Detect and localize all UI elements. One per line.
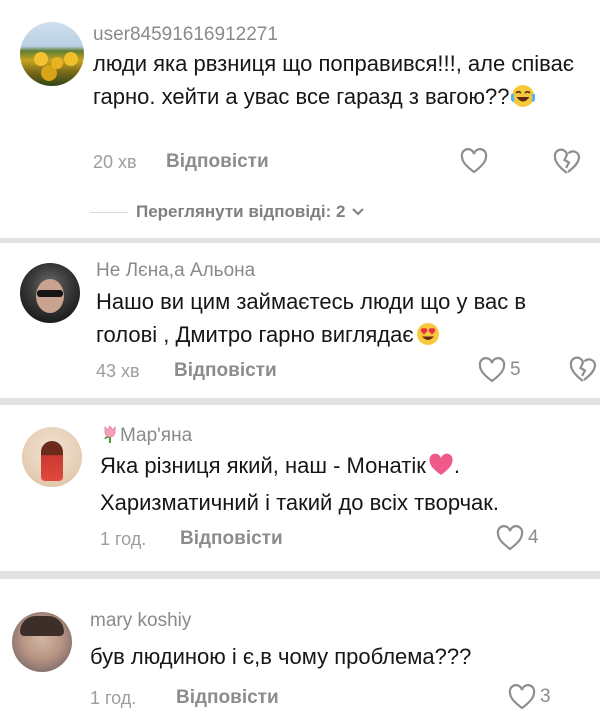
comment-text: був людиною і є,в чому проблема??? [90, 644, 472, 669]
dislike-button[interactable] [568, 355, 598, 390]
comment-username[interactable]: user84591616912271 [93, 24, 278, 46]
heart-outline-icon [460, 148, 488, 174]
comment-username[interactable]: mary koshiy [90, 610, 191, 632]
heart-outline-icon [508, 684, 536, 710]
like-count: 3 [540, 686, 551, 707]
dislike-button[interactable] [552, 147, 582, 182]
comment-timestamp: 1 год. [100, 529, 147, 549]
view-replies-label: Переглянути відповіді: 2 [136, 202, 346, 221]
comment-username[interactable]: Мар'яна [100, 424, 192, 447]
comment-text-content: Яка різниця який, наш - Монатік [100, 453, 426, 478]
sunglasses [37, 290, 63, 297]
like-count: 5 [510, 359, 521, 380]
pink-heart-icon [428, 453, 454, 486]
comment-text: люди яка рвзниця що поправився!!!, але с… [93, 47, 583, 117]
like-button[interactable] [460, 148, 488, 174]
chevron-down-icon [352, 208, 365, 216]
like-button[interactable]: 5 [478, 357, 521, 383]
heart-outline-icon [478, 357, 506, 383]
view-replies-button[interactable]: Переглянути відповіді: 2 [136, 202, 365, 222]
replies-divider [90, 212, 128, 213]
heart-eyes-emoji-icon [416, 322, 440, 355]
broken-heart-icon [569, 356, 597, 382]
comment-timestamp: 1 год. [90, 688, 137, 708]
comment-text: Нашо ви цим займаєтесь люди що у вас в г… [96, 285, 576, 355]
comment-text-content: Нашо ви цим займаєтесь люди що у вас в г… [96, 289, 527, 347]
reply-button[interactable]: Відповісти [174, 360, 277, 382]
comment-text-content: люди яка рвзниця що поправився!!!, але с… [93, 51, 575, 109]
reply-button[interactable]: Відповісти [180, 528, 283, 550]
reply-button[interactable]: Відповісти [166, 151, 269, 173]
avatar-hair [20, 616, 64, 636]
like-button[interactable]: 4 [496, 525, 539, 551]
reply-button[interactable]: Відповісти [176, 687, 279, 709]
comment-card: Не Лєна,а Альона Нашо ви цим займаєтесь … [0, 243, 600, 398]
broken-heart-icon [553, 148, 581, 174]
avatar-figure [41, 441, 63, 481]
tulip-icon [100, 425, 120, 446]
comment-text: Яка різниця який, наш - Монатік. Харизма… [100, 449, 580, 519]
comment-username[interactable]: Не Лєна,а Альона [96, 260, 255, 282]
sunflower-decoration [34, 52, 48, 66]
laughing-emoji-icon [511, 84, 536, 117]
comment-timestamp: 20 хв [93, 152, 137, 172]
like-button[interactable]: 3 [508, 684, 551, 710]
comment-card: user84591616912271 люди яка рвзниця що п… [0, 0, 600, 238]
comment-username-label: Мар'яна [120, 425, 193, 446]
comment-timestamp: 43 хв [96, 361, 140, 381]
comment-card: Мар'яна Яка різниця який, наш - Монатік.… [0, 405, 600, 571]
avatar[interactable] [12, 612, 72, 672]
avatar[interactable] [20, 263, 80, 323]
avatar[interactable] [22, 427, 82, 487]
comment-card: mary koshiy був людиною і є,в чому пробл… [0, 579, 600, 727]
heart-outline-icon [496, 525, 524, 551]
like-count: 4 [528, 527, 539, 548]
avatar[interactable] [20, 22, 84, 86]
